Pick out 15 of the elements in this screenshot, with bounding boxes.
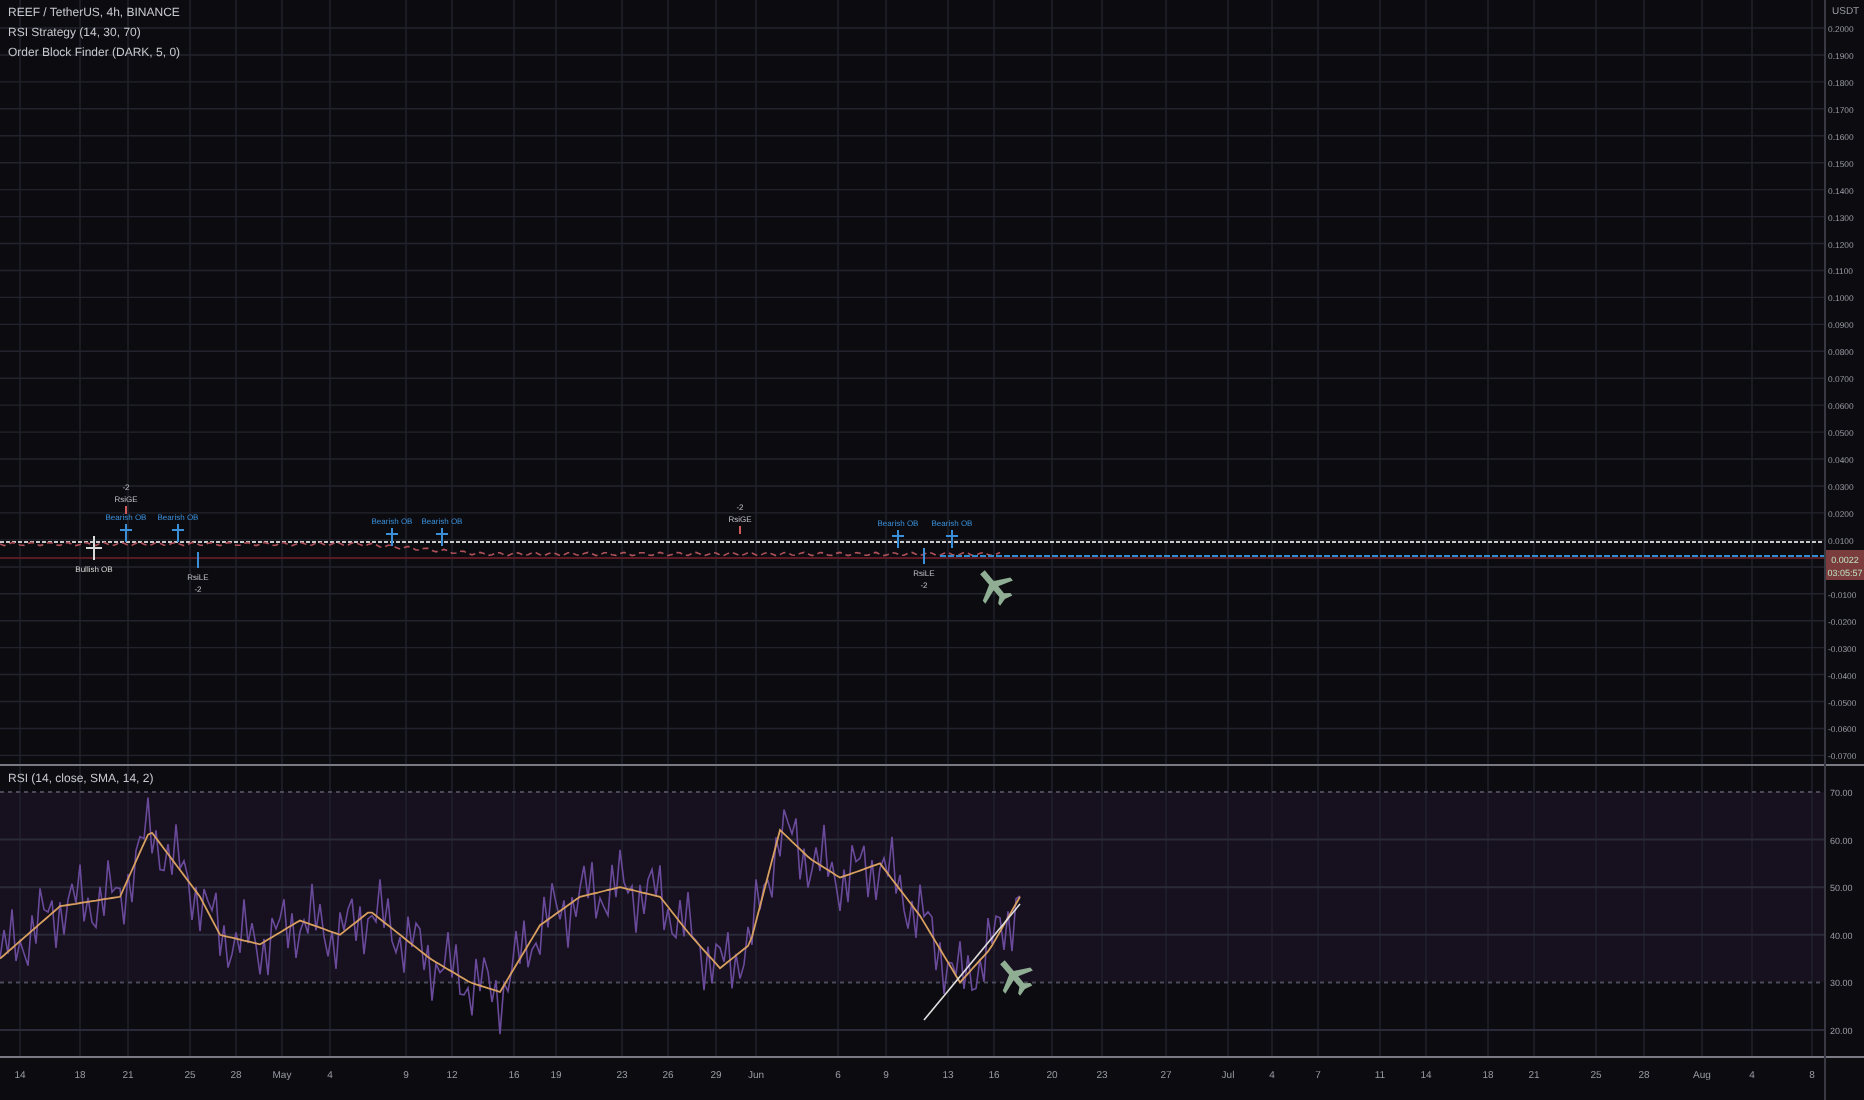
airplane-icon — [1000, 960, 1033, 996]
order-block-marker — [385, 527, 399, 547]
order-block-marker — [119, 523, 133, 543]
trend-line — [923, 903, 1021, 1021]
signal-tick — [923, 547, 925, 565]
last-price-tag — [1826, 550, 1864, 580]
order-block-marker — [85, 535, 103, 561]
airplane-icon — [980, 570, 1013, 606]
order-block-marker — [945, 529, 959, 549]
signal-tick — [125, 505, 127, 515]
order-block-marker — [435, 527, 449, 547]
order-block-marker — [171, 523, 185, 543]
signal-tick — [739, 525, 741, 535]
signal-tick — [197, 551, 199, 569]
order-block-marker — [891, 529, 905, 549]
